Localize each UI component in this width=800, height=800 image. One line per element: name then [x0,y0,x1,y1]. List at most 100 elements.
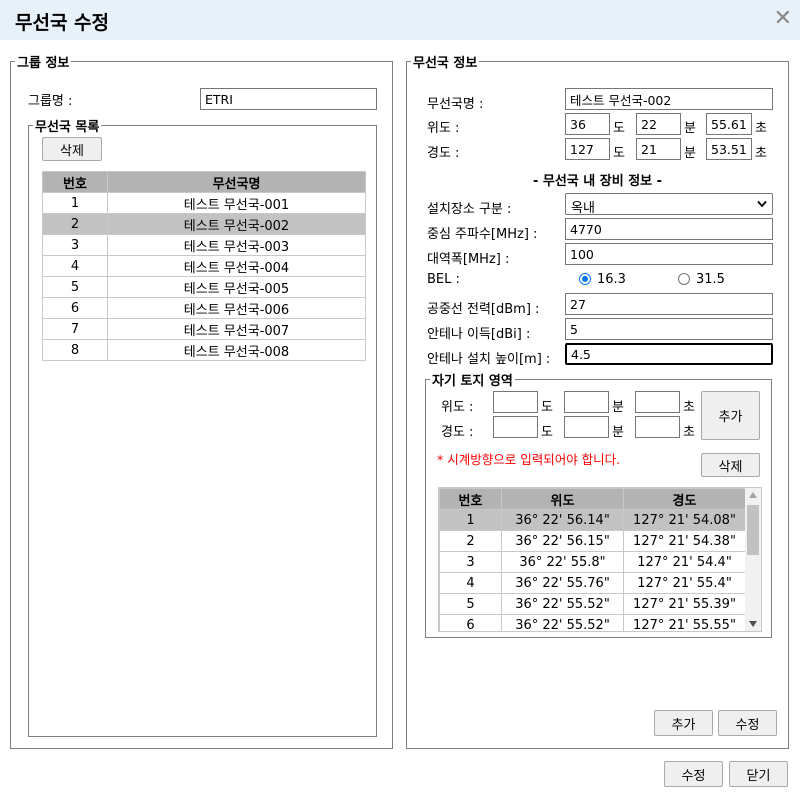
area-cell: 36° 22' 55.52" [501,614,624,631]
station-lat-min-input[interactable] [636,113,681,135]
station-cell: 5 [42,276,108,298]
bel-option-31-5: 31.5 [696,272,725,287]
station-delete-button[interactable]: 삭제 [42,137,102,161]
power-label: 공중선 전력[dBm] : [427,302,540,317]
station-row[interactable]: 7 테스트 무선국-007 [42,318,366,340]
area-lon-label: 경도 : [441,425,474,440]
install-type-select[interactable]: 옥내 [565,193,773,216]
area-lat-sec-input[interactable] [635,391,680,413]
station-cell: 1 [42,192,108,214]
station-cell: 6 [42,297,108,319]
area-lat-label: 위도 : [441,400,474,415]
station-lon-sec-unit: 초 [755,146,767,161]
station-cell: 테스트 무선국-003 [107,234,366,256]
station-lon-sec-input[interactable] [706,138,752,160]
area-cell: 127° 21' 55.39" [623,593,746,615]
area-table: 번호 위도 경도 1 36° 22' 56.14" 127° 21' 54.08" 2… [439,488,746,631]
area-row[interactable]: 3 36° 22' 55.8" 127° 21' 54.4" [439,551,746,573]
area-row[interactable]: 4 36° 22' 55.76" 127° 21' 55.4" [439,572,746,594]
station-edit-button[interactable]: 수정 [718,710,777,736]
station-info-legend: 무선국 정보 [413,56,478,71]
area-cell: 4 [439,572,502,594]
scrollbar-thumb[interactable] [747,505,759,555]
area-lat-min-input[interactable] [564,391,609,413]
area-lat-deg-input[interactable] [493,391,538,413]
station-lat-deg-unit: 도 [613,121,625,136]
station-name-input[interactable] [565,88,773,110]
group-name-input[interactable] [200,88,377,110]
area-col-lon: 경도 [623,488,746,510]
area-cell: 36° 22' 56.14" [501,509,624,531]
area-lat-min-unit: 분 [612,400,624,415]
station-row[interactable]: 8 테스트 무선국-008 [42,339,366,361]
scroll-up-icon[interactable] [749,492,757,498]
station-add-button[interactable]: 추가 [654,710,713,736]
area-cell: 36° 22' 55.76" [501,572,624,594]
station-list-legend: 무선국 목록 [35,120,100,135]
footer-close-button[interactable]: 닫기 [729,761,788,787]
clockwise-warning: * 시계방향으로 입력되어야 합니다. [437,452,621,467]
station-row[interactable]: 2 테스트 무선국-002 [42,213,366,235]
area-lat-deg-unit: 도 [541,400,553,415]
station-cell: 2 [42,213,108,235]
area-cell: 36° 22' 55.8" [501,551,624,573]
bandwidth-input[interactable] [565,243,773,265]
station-lat-sec-input[interactable] [706,113,752,135]
freq-input[interactable] [565,218,773,240]
station-cell: 테스트 무선국-007 [107,318,366,340]
area-lon-deg-input[interactable] [493,416,538,438]
dialog-title: 무선국 수정 [15,12,110,34]
group-info-legend: 그룹 정보 [17,56,70,71]
station-row[interactable]: 6 테스트 무선국-006 [42,297,366,319]
area-add-button[interactable]: 추가 [701,391,760,440]
station-lat-min-unit: 분 [684,121,696,136]
antenna-height-input[interactable] [565,343,773,365]
station-col-number: 번호 [42,171,108,193]
area-cell: 127° 21' 54.38" [623,530,746,552]
gain-label: 안테나 이득[dBi] : [427,327,531,342]
area-cell: 127° 21' 55.4" [623,572,746,594]
station-row[interactable]: 4 테스트 무선국-004 [42,255,366,277]
station-row[interactable]: 1 테스트 무선국-001 [42,192,366,214]
station-col-name: 무선국명 [107,171,366,193]
scroll-down-icon[interactable] [749,621,757,627]
area-row[interactable]: 6 36° 22' 55.52" 127° 21' 55.55" [439,614,746,631]
area-cell: 6 [439,614,502,631]
freq-label: 중심 주파수[MHz] : [427,227,538,242]
station-row[interactable]: 5 테스트 무선국-005 [42,276,366,298]
bel-radio-16-3[interactable] [579,273,591,285]
station-cell: 테스트 무선국-005 [107,276,366,298]
chevron-down-icon [757,200,767,208]
footer-edit-button[interactable]: 수정 [664,761,723,787]
close-icon[interactable]: ✕ [774,6,792,32]
station-cell: 3 [42,234,108,256]
area-row[interactable]: 1 36° 22' 56.14" 127° 21' 54.08" [439,509,746,531]
gain-input[interactable] [565,318,773,340]
station-lat-deg-input[interactable] [565,113,610,135]
area-delete-button[interactable]: 삭제 [701,453,760,477]
station-lon-min-input[interactable] [636,138,681,160]
area-lon-sec-input[interactable] [635,416,680,438]
bel-radio-31-5[interactable] [678,273,690,285]
antenna-height-label: 안테나 설치 높이[m] : [427,352,551,367]
equipment-section-title: - 무선국 내 장비 정보 - [532,174,663,189]
area-lon-min-input[interactable] [564,416,609,438]
area-cell: 5 [439,593,502,615]
area-row[interactable]: 2 36° 22' 56.15" 127° 21' 54.38" [439,530,746,552]
station-lon-deg-input[interactable] [565,138,610,160]
station-cell: 8 [42,339,108,361]
install-type-label: 설치장소 구분 : [427,202,512,217]
bandwidth-label: 대역폭[MHz] : [427,252,510,267]
bel-label: BEL : [427,272,460,287]
station-row[interactable]: 3 테스트 무선국-003 [42,234,366,256]
area-lon-min-unit: 분 [612,425,624,440]
area-row[interactable]: 5 36° 22' 55.52" 127° 21' 55.39" [439,593,746,615]
own-area-legend: 자기 토지 영역 [432,374,513,389]
power-input[interactable] [565,293,773,315]
station-lon-min-unit: 분 [684,146,696,161]
area-cell: 1 [439,509,502,531]
area-cell: 36° 22' 56.15" [501,530,624,552]
station-lat-label: 위도 : [427,121,460,136]
station-table: 번호 무선국명 1 테스트 무선국-001 2 테스트 무선국-002 3 테스트 무선국… [42,171,366,361]
area-table-scrollbar[interactable] [745,488,761,631]
